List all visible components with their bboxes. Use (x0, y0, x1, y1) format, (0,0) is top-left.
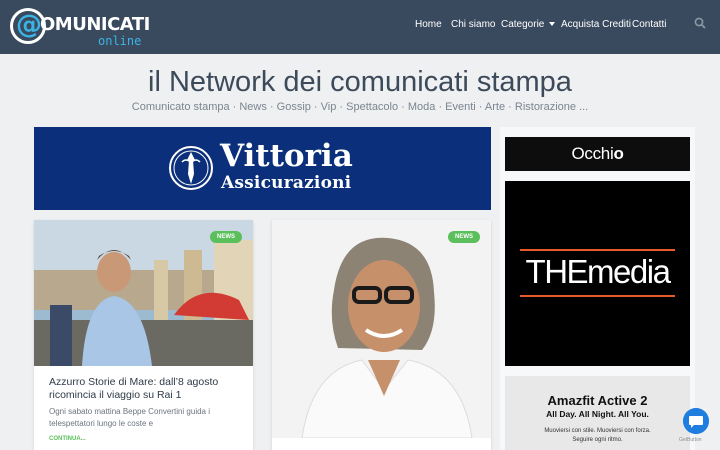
themedia-ad-text: THEmedia (525, 253, 671, 290)
main-nav: Home Chi siamo Categorie Acquista Credit… (0, 18, 720, 36)
nav-categorie[interactable]: Categorie (501, 18, 556, 32)
chat-button[interactable] (683, 408, 709, 434)
page-subtitle: Comunicato stampa · News · Gossip · Vip … (131, 101, 589, 113)
occhio-ad-text-bold: o (613, 144, 624, 163)
banner-title: Vittoria (220, 138, 353, 174)
page-title: il Network dei comunicati stampa (148, 66, 572, 98)
ad-divider (520, 295, 675, 297)
nav-chi-siamo[interactable]: Chi siamo (451, 18, 495, 32)
occhio-ad-text-main: Occhi (571, 144, 614, 163)
search-icon[interactable] (694, 17, 706, 29)
amazfit-ad-description-line: Muoviersi con stile. Muoviersi con forza… (544, 428, 651, 434)
banner-subtitle: Assicurazioni (221, 173, 352, 193)
amazfit-ad-description-line: Seguire ogni ritmo. (572, 437, 623, 443)
amazfit-ad-description: Muoviersi con stile. Muoviersi con forza… (505, 427, 690, 445)
occhio-ad-text: Occhio (571, 144, 623, 163)
article-title[interactable]: Azzurro Storie di Mare: dall’8 agosto ri… (49, 376, 244, 402)
amazfit-ad-tagline: All Day. All Night. All You. (546, 409, 649, 419)
chevron-down-icon (549, 22, 556, 27)
news-card[interactable]: NEWS (272, 220, 491, 450)
nav-acquista-crediti[interactable]: Acquista Crediti (561, 18, 631, 32)
amazfit-ad[interactable]: Amazfit Active 2 All Day. All Night. All… (505, 376, 690, 450)
vittoria-emblem-icon (169, 146, 213, 190)
vittoria-banner-ad[interactable]: Vittoria Assicurazioni (34, 127, 491, 210)
news-card[interactable]: NEWS Azzurro Storie di Mare: dall’8 agos… (34, 220, 253, 450)
nav-home[interactable]: Home (415, 18, 442, 32)
ad-divider (520, 249, 675, 251)
nav-contatti[interactable]: Contatti (632, 18, 666, 32)
amazfit-ad-title: Amazfit Active 2 (547, 393, 648, 408)
occhio-ad[interactable]: Occhio (505, 137, 690, 171)
article-image-portrait[interactable] (272, 220, 491, 438)
logo-tagline: online (98, 34, 142, 48)
chat-widget-label: GetButton (679, 437, 702, 443)
read-more-link[interactable]: CONTINUA... (49, 436, 86, 442)
category-badge[interactable]: NEWS (210, 231, 242, 243)
category-badge[interactable]: NEWS (448, 231, 480, 243)
article-excerpt: Ogni sabato mattina Beppe Convertini gui… (49, 407, 210, 428)
themedia-ad[interactable]: THEmedia (505, 181, 690, 366)
nav-categorie-label: Categorie (501, 19, 545, 30)
site-header: @ OMUNICATI online Home Chi siamo Catego… (0, 0, 720, 54)
